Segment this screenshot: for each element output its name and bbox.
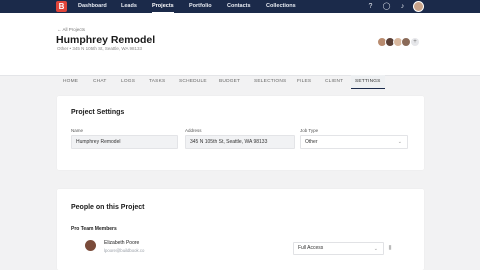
help-icon[interactable]: ? <box>366 2 375 11</box>
tab-home[interactable]: HOME <box>63 75 78 89</box>
job-type-value: Other <box>305 139 318 145</box>
address-value: 345 N 105th St, Seattle, WA 98133 <box>190 139 268 145</box>
nav-dashboard[interactable]: Dashboard <box>78 2 107 11</box>
trash-icon[interactable]: ▮ <box>387 244 393 252</box>
nav-leads[interactable]: Leads <box>121 2 137 11</box>
all-projects-link[interactable]: ← All Projects <box>57 27 85 32</box>
nav-portfolio[interactable]: Portfolio <box>189 2 212 11</box>
member-email: lpoore@buildbook.co <box>104 248 145 253</box>
name-value: Humphrey Remodel <box>76 139 121 145</box>
chevron-down-icon: ⌄ <box>397 139 402 145</box>
chevron-down-icon: ⌄ <box>373 246 378 252</box>
people-card: People on this Project Pro Team Members … <box>57 189 424 270</box>
name-label: Name <box>71 128 84 133</box>
chat-icon[interactable]: ◯ <box>382 2 391 11</box>
page-title: Humphrey Remodel <box>56 34 156 46</box>
access-select[interactable]: Full Access ⌄ <box>293 242 384 255</box>
pro-team-label: Pro Team Members <box>71 226 117 232</box>
nav-collections[interactable]: Collections <box>266 2 296 11</box>
top-nav: B Dashboard Leads Projects Portfolio Con… <box>0 0 480 13</box>
tab-chat[interactable]: CHAT <box>93 75 107 89</box>
user-avatar[interactable] <box>413 1 424 12</box>
tab-settings[interactable]: SETTINGS <box>351 75 385 89</box>
name-field[interactable]: Humphrey Remodel <box>71 135 178 149</box>
tab-logs[interactable]: LOGS <box>121 75 135 89</box>
team-avatar[interactable] <box>401 37 411 47</box>
member-avatar <box>85 240 96 251</box>
nav-projects[interactable]: Projects <box>152 2 174 13</box>
nav-contacts[interactable]: Contacts <box>227 2 251 11</box>
project-settings-title: Project Settings <box>71 109 125 116</box>
job-type-select[interactable]: Other ⌄ <box>300 135 408 149</box>
access-value: Full Access <box>298 245 324 251</box>
project-subline: Other • 345 N 105th St, Seattle, WA 9813… <box>57 46 142 51</box>
member-name: Elizabeth Poore <box>104 240 140 246</box>
address-field[interactable]: 345 N 105th St, Seattle, WA 98133 <box>185 135 295 149</box>
project-header: ← All Projects Humphrey Remodel Other • … <box>0 13 480 89</box>
tab-client[interactable]: CLIENT <box>325 75 343 89</box>
people-title: People on this Project <box>71 204 145 211</box>
tab-tasks[interactable]: TASKS <box>149 75 165 89</box>
address-label: Address <box>185 128 202 133</box>
project-tabs: HOME CHAT LOGS TASKS SCHEDULE BUDGET SEL… <box>0 75 480 89</box>
buildbook-logo[interactable]: B <box>56 1 67 12</box>
tab-budget[interactable]: BUDGET <box>219 75 240 89</box>
bell-icon[interactable]: ♪ <box>398 2 407 11</box>
tab-schedule[interactable]: SCHEDULE <box>179 75 207 89</box>
tab-files[interactable]: FILES <box>297 75 311 89</box>
tab-selections[interactable]: SELECTIONS <box>254 75 286 89</box>
add-member-icon[interactable]: + <box>411 38 419 46</box>
project-settings-card: Project Settings Name Humphrey Remodel A… <box>57 96 424 170</box>
job-type-label: Job Type <box>300 128 319 133</box>
